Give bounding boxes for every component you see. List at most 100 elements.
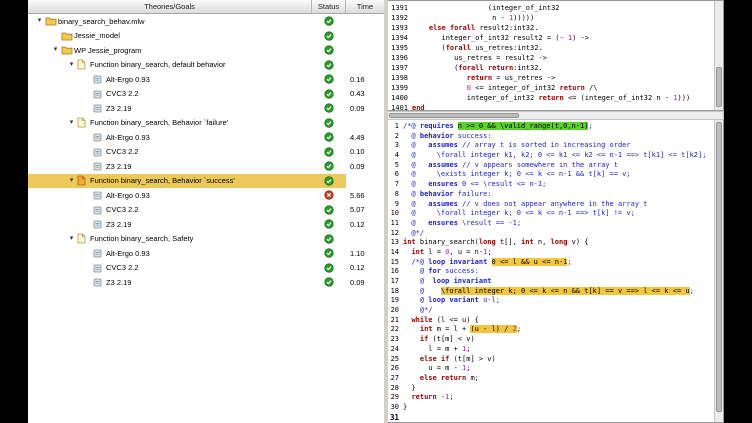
code-text: @ \forall integer k1, k2; 0 <= k1 <= k2 …	[403, 151, 706, 161]
time-value: 0.12	[346, 263, 384, 272]
function-icon	[77, 233, 90, 244]
theories-goals-panel: Theories/Goals Status Time ▾binary_searc…	[28, 0, 388, 423]
code-line: 1391 (integer_of_int32	[388, 3, 714, 13]
line-number: 13	[388, 238, 403, 248]
code-text: /*@ loop invariant 0 <= l && u <= n-1;	[403, 258, 572, 268]
tree-row[interactable]: CVC3 2.20.43	[28, 87, 384, 102]
code-line: 24 l = m + 1;	[388, 345, 714, 355]
line-number: 3	[388, 141, 403, 151]
tree-row[interactable]: Alt-Ergo 0.934.49	[28, 130, 384, 145]
code-line: 29 return -1;	[388, 393, 714, 403]
scrollbar-thumb[interactable]	[716, 122, 722, 412]
task-horizontal-scrollbar[interactable]	[388, 111, 724, 120]
tree-row-label-area: Z3 2.19	[28, 159, 312, 174]
tree-row[interactable]: Alt-Ergo 0.930.16	[28, 72, 384, 87]
status-valid-icon	[312, 14, 346, 29]
tree-row[interactable]: ▾ WP Jessie_program	[28, 43, 384, 58]
code-text: @ \forall integer k; 0 <= k <= n && t[k]…	[403, 287, 694, 297]
code-text: @ loop variant u-l;	[403, 296, 500, 306]
code-text: us_retres = result2 ->	[412, 53, 547, 63]
code-text: @ \forall integer k; 0 <= k <= n-1 ==> t…	[403, 209, 635, 219]
code-text: int m = l + (u - l) / 2;	[403, 325, 521, 335]
code-line: 30}	[388, 403, 714, 413]
prover-icon	[93, 263, 106, 273]
code-line: 1395 (forall us_retres:int32.	[388, 43, 714, 53]
expander-icon[interactable]: ▾	[50, 43, 61, 58]
code-text: integer_of_int32 return <= (integer_of_i…	[412, 93, 690, 103]
tree-row[interactable]: ▾Function binary_search, default behavio…	[28, 58, 384, 73]
tree-row-label-area: Z3 2.19	[28, 101, 312, 116]
tree-row[interactable]: ▾Function binary_search, Behavior `failu…	[28, 116, 384, 131]
column-header-status[interactable]: Status	[312, 0, 346, 13]
tree-row[interactable]: CVC3 2.20.12	[28, 261, 384, 276]
line-number: 29	[388, 393, 403, 403]
tree-row[interactable]: CVC3 2.20.10	[28, 145, 384, 160]
tree-row[interactable]: CVC3 2.25.07	[28, 203, 384, 218]
code-text: }	[403, 384, 416, 394]
time-value: 0.10	[346, 147, 384, 156]
expander-icon[interactable]: ▾	[66, 174, 77, 189]
code-text: else if (t[m] > v)	[403, 355, 496, 365]
status-valid-icon	[312, 43, 346, 58]
code-line: 19 @ loop variant u-l;	[388, 296, 714, 306]
line-number: 10	[388, 209, 403, 219]
tree-row[interactable]: Z3 2.190.09	[28, 275, 384, 290]
code-line: 11 @ ensures \result == -1;	[388, 219, 714, 229]
expander-icon[interactable]: ▾	[66, 116, 77, 131]
time-value: 0.09	[346, 104, 384, 113]
tree-row[interactable]: ▾Function binary_search, Safety	[28, 232, 384, 247]
status-valid-icon	[312, 72, 346, 87]
code-text: @ for success:	[403, 267, 479, 277]
expander-icon[interactable]: ▾	[66, 58, 77, 73]
code-line: 18 @ \forall integer k; 0 <= k <= n && t…	[388, 287, 714, 297]
column-header-theories-goals[interactable]: Theories/Goals	[28, 0, 312, 13]
line-number: 24	[388, 345, 403, 355]
code-text: @ loop invariant	[403, 277, 492, 287]
code-text: integer_of_int32 result2 = (- 1) ->	[412, 33, 589, 43]
expander-icon[interactable]: ▾	[66, 232, 77, 247]
tree-row[interactable]: Alt-Ergo 0.931.10	[28, 246, 384, 261]
tree-row-label-area: ▾Function binary_search, Behavior `failu…	[28, 116, 312, 131]
tree-row[interactable]: ▾ Function binary_search, Behavior `succe…	[28, 174, 384, 189]
tree-row[interactable]: Jessie_model	[28, 29, 384, 44]
tree-row-label: Function binary_search, Behavior `succes…	[90, 176, 235, 185]
tree-row[interactable]: Z3 2.190.12	[28, 217, 384, 232]
prover-icon	[93, 161, 106, 171]
scrollbar-thumb[interactable]	[716, 67, 722, 107]
line-number: 11	[388, 219, 403, 229]
task-vertical-scrollbar[interactable]	[714, 1, 723, 110]
status-valid-icon	[312, 116, 346, 131]
prover-icon	[93, 89, 106, 99]
prover-icon	[93, 219, 106, 229]
source-vertical-scrollbar[interactable]	[714, 120, 723, 422]
line-number: 8	[388, 190, 403, 200]
tree-row[interactable]: Z3 2.190.09	[28, 159, 384, 174]
prover-icon	[93, 277, 106, 287]
code-line: 1397 (forall return:int32.	[388, 63, 714, 73]
column-header-time[interactable]: Time	[346, 0, 384, 13]
expander-icon[interactable]: ▾	[34, 14, 45, 29]
scrollbar-thumb[interactable]	[389, 113, 519, 118]
code-line: 6 @ \exists integer k; 0 <= k <= n-1 && …	[388, 170, 714, 180]
code-text: }	[403, 403, 407, 413]
tree-row[interactable]: ▾binary_search_behav.mlw	[28, 14, 384, 29]
status-valid-icon	[312, 217, 346, 232]
tree-row-label: Z3 2.19	[106, 278, 131, 287]
line-number: 1396	[388, 53, 412, 63]
tree-row-label: WP Jessie_program	[74, 46, 141, 55]
code-line: 25 else if (t[m] > v)	[388, 355, 714, 365]
code-text: return = us_retres ->	[412, 73, 555, 83]
tree-row-label-area: Jessie_model	[28, 29, 312, 44]
code-text: @ assumes // array t is sorted in increa…	[403, 141, 631, 151]
tree-row[interactable]: Alt-Ergo 0.935.66	[28, 188, 384, 203]
tree-row[interactable]: Z3 2.19 0.09	[28, 101, 384, 116]
code-text: (forall us_retres:int32.	[412, 43, 543, 53]
line-number: 1401	[388, 103, 412, 110]
tree-row-label: Z3 2.19	[106, 220, 131, 229]
prover-icon	[93, 103, 106, 113]
line-number: 7	[388, 180, 403, 190]
line-number: 14	[388, 248, 403, 258]
status-valid-icon	[312, 159, 346, 174]
tree-row-label-area: Alt-Ergo 0.93	[28, 72, 312, 87]
code-text: return -1;	[403, 393, 454, 403]
